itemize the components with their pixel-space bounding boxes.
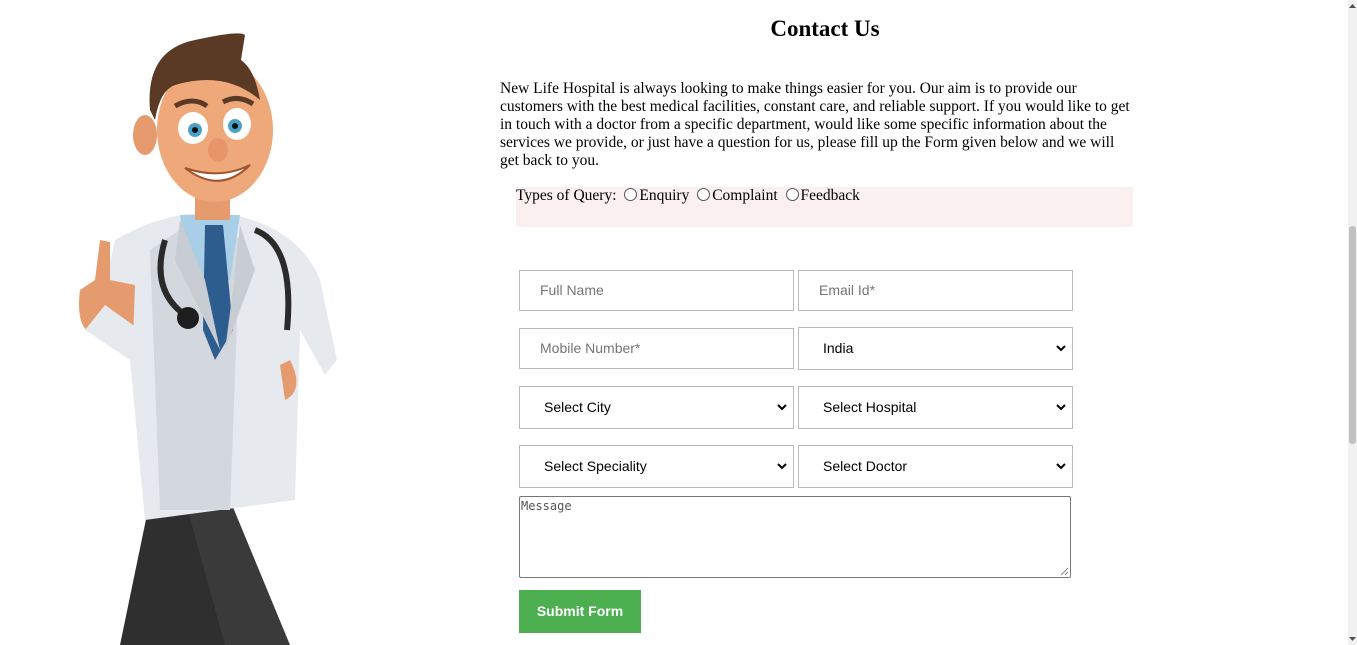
chevron-down-icon: [1056, 345, 1066, 352]
country-select-value: India: [823, 340, 854, 356]
city-select-value: Select City: [544, 399, 611, 415]
chevron-down-icon: [777, 404, 787, 411]
hospital-select-value: Select Hospital: [823, 399, 917, 415]
radio-feedback[interactable]: [785, 188, 799, 201]
doctor-select[interactable]: Select Doctor: [798, 445, 1073, 488]
resize-grip-icon[interactable]: [1060, 567, 1069, 576]
scrollbar-thumb[interactable]: [1349, 226, 1356, 444]
speciality-select[interactable]: Select Speciality: [519, 445, 794, 488]
message-placeholder: Message: [521, 499, 572, 513]
radio-complaint[interactable]: [697, 188, 711, 201]
doctor-illustration: [79, 33, 337, 645]
page-scrollbar[interactable]: [1348, 0, 1357, 645]
page-title: Contact Us: [770, 16, 880, 41]
radio-enquiry[interactable]: [624, 188, 638, 201]
speciality-select-value: Select Speciality: [544, 458, 647, 474]
city-select[interactable]: Select City: [519, 386, 794, 429]
intro-paragraph: New Life Hospital is always looking to m…: [500, 80, 1130, 169]
query-type-label: Types of Query:: [516, 187, 617, 204]
message-textarea[interactable]: Message: [519, 496, 1071, 578]
email-placeholder: Email Id*: [819, 282, 876, 298]
radio-label-complaint: Complaint: [712, 187, 778, 204]
mobile-input[interactable]: Mobile Number*: [519, 328, 794, 369]
chevron-down-icon: [1056, 463, 1066, 470]
scroll-down-icon[interactable]: [1349, 635, 1356, 643]
radio-label-feedback: Feedback: [800, 187, 860, 204]
country-select[interactable]: India: [798, 327, 1073, 370]
mobile-placeholder: Mobile Number*: [540, 340, 641, 356]
chevron-down-icon: [1056, 404, 1066, 411]
scroll-up-icon[interactable]: [1349, 2, 1356, 10]
doctor-select-value: Select Doctor: [823, 458, 908, 474]
hospital-select[interactable]: Select Hospital: [798, 386, 1073, 429]
email-input[interactable]: Email Id*: [798, 270, 1073, 311]
radio-label-enquiry: Enquiry: [639, 187, 690, 204]
full-name-input[interactable]: Full Name: [519, 270, 794, 311]
chevron-down-icon: [777, 463, 787, 470]
full-name-placeholder: Full Name: [540, 282, 604, 298]
query-type-group: Types of Query: Enquiry Complaint Feedba…: [516, 187, 1133, 227]
submit-form-button[interactable]: Submit Form: [519, 590, 641, 633]
